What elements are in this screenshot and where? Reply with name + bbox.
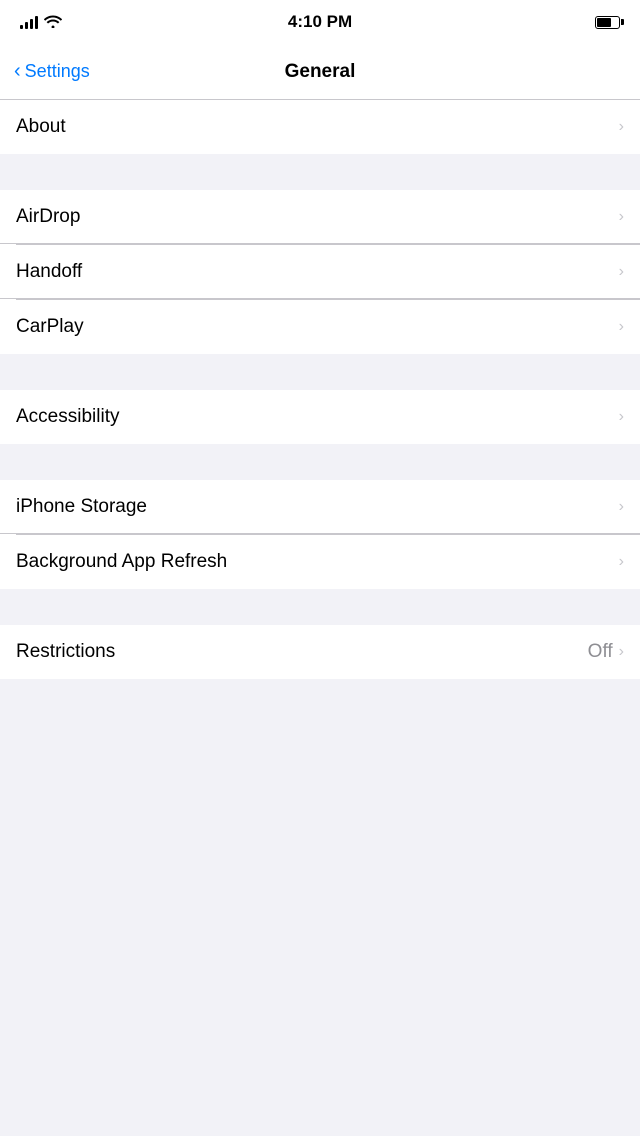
signal-bars-icon — [20, 15, 38, 29]
list-item-background-app-refresh[interactable]: Background App Refresh › — [0, 535, 640, 589]
accessibility-label: Accessibility — [16, 406, 119, 428]
restrictions-value: Off — [588, 641, 613, 663]
airdrop-right: › — [619, 208, 624, 226]
wifi-icon — [44, 14, 62, 31]
section-about: About › — [0, 100, 640, 154]
section-accessibility: Accessibility › — [0, 390, 640, 444]
page-title: General — [285, 61, 356, 83]
iphone-storage-label: iPhone Storage — [16, 496, 147, 518]
restrictions-label: Restrictions — [16, 641, 115, 663]
status-bar: 4:10 PM — [0, 0, 640, 44]
list-item-accessibility[interactable]: Accessibility › — [0, 390, 640, 444]
restrictions-right: Off › — [588, 641, 624, 663]
list-item-about[interactable]: About › — [0, 100, 640, 154]
status-time: 4:10 PM — [288, 12, 352, 32]
chevron-icon: › — [619, 263, 624, 281]
chevron-icon: › — [619, 643, 624, 661]
background-app-refresh-right: › — [619, 553, 624, 571]
list-item-airdrop[interactable]: AirDrop › — [0, 190, 640, 244]
nav-bar: ‹ Settings General — [0, 44, 640, 100]
section-gap-3 — [0, 444, 640, 480]
chevron-icon: › — [619, 498, 624, 516]
status-right — [595, 16, 620, 29]
list-item-iphone-storage[interactable]: iPhone Storage › — [0, 480, 640, 534]
section-restrictions: Restrictions Off › — [0, 625, 640, 679]
iphone-storage-right: › — [619, 498, 624, 516]
chevron-icon: › — [619, 208, 624, 226]
background-app-refresh-label: Background App Refresh — [16, 551, 227, 573]
about-label: About — [16, 116, 66, 138]
accessibility-right: › — [619, 408, 624, 426]
handoff-right: › — [619, 263, 624, 281]
back-chevron-icon: ‹ — [14, 61, 21, 81]
back-label: Settings — [25, 61, 90, 82]
back-button[interactable]: ‹ Settings — [14, 61, 90, 82]
carplay-right: › — [619, 318, 624, 336]
section-connectivity: AirDrop › Handoff › CarPlay › — [0, 190, 640, 354]
section-gap-2 — [0, 354, 640, 390]
section-gap-4 — [0, 589, 640, 625]
status-left — [20, 14, 62, 31]
list-item-handoff[interactable]: Handoff › — [0, 245, 640, 299]
section-storage: iPhone Storage › Background App Refresh … — [0, 480, 640, 589]
chevron-icon: › — [619, 553, 624, 571]
chevron-icon: › — [619, 118, 624, 136]
chevron-icon: › — [619, 318, 624, 336]
handoff-label: Handoff — [16, 261, 82, 283]
list-item-carplay[interactable]: CarPlay › — [0, 300, 640, 354]
battery-icon — [595, 16, 620, 29]
section-gap-1 — [0, 154, 640, 190]
carplay-label: CarPlay — [16, 316, 84, 338]
list-item-restrictions[interactable]: Restrictions Off › — [0, 625, 640, 679]
about-right: › — [619, 118, 624, 136]
airdrop-label: AirDrop — [16, 206, 80, 228]
chevron-icon: › — [619, 408, 624, 426]
